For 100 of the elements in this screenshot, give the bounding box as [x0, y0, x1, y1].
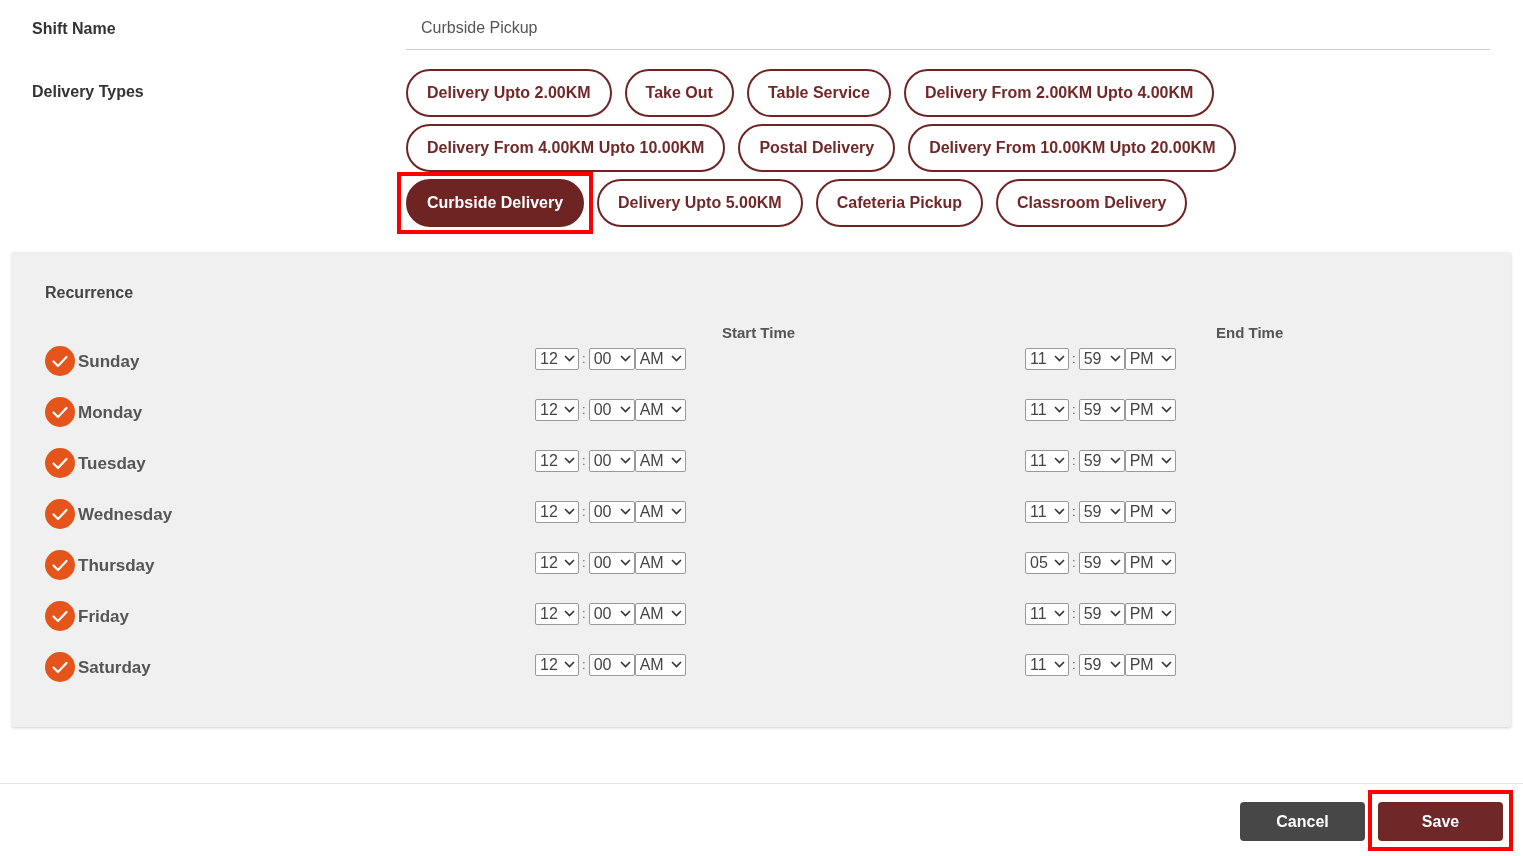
caret-icon: [1160, 661, 1172, 668]
delivery-type-chip[interactable]: Delivery Upto 2.00KM: [406, 69, 612, 117]
delivery-type-chip[interactable]: Delivery Upto 5.00KM: [597, 179, 803, 227]
hour-dropdown[interactable]: 11: [1025, 500, 1069, 523]
caret-icon: [619, 508, 631, 515]
period-dropdown[interactable]: AM: [634, 602, 686, 625]
column-header: End Time: [1215, 324, 1285, 341]
time-separator: :: [1071, 351, 1077, 366]
time-separator: :: [581, 504, 587, 519]
hour-dropdown[interactable]: 11: [1025, 653, 1069, 676]
caret-icon: [670, 508, 682, 515]
hour-dropdown[interactable]: 12: [535, 347, 579, 370]
hour-dropdown[interactable]: 12: [535, 653, 579, 676]
time-separator: :: [581, 351, 587, 366]
period-dropdown[interactable]: AM: [634, 551, 686, 574]
save-button[interactable]: Save: [1378, 802, 1503, 841]
caret-icon: [619, 610, 631, 617]
checked-checkbox-icon[interactable]: [45, 396, 75, 427]
hour-dropdown[interactable]: 12: [535, 449, 579, 472]
period-dropdown[interactable]: AM: [634, 449, 686, 472]
caret-icon: [1160, 508, 1172, 515]
delivery-type-chip[interactable]: Curbside Delivery: [406, 179, 585, 227]
minute-dropdown[interactable]: 00: [588, 347, 635, 370]
minute-dropdown[interactable]: 00: [588, 551, 635, 574]
minute-dropdown[interactable]: 59: [1078, 398, 1125, 421]
minute-dropdown[interactable]: 59: [1078, 602, 1125, 625]
time-separator: :: [1071, 606, 1077, 621]
time-separator: :: [1071, 402, 1077, 417]
delivery-type-chip[interactable]: Cafeteria Pickup: [815, 179, 984, 227]
time-separator: :: [581, 453, 587, 468]
caret-icon: [1160, 457, 1172, 464]
period-dropdown[interactable]: PM: [1124, 398, 1176, 421]
period-dropdown[interactable]: PM: [1124, 347, 1176, 370]
caret-icon: [1109, 559, 1121, 566]
minute-dropdown[interactable]: 00: [588, 602, 635, 625]
period-dropdown[interactable]: AM: [634, 347, 686, 370]
hour-dropdown[interactable]: 12: [535, 551, 579, 574]
caret-icon: [1109, 661, 1121, 668]
delivery-type-chip[interactable]: Postal Delivery: [738, 124, 896, 172]
hour-dropdown[interactable]: 12: [535, 398, 579, 421]
checked-checkbox-icon[interactable]: [45, 549, 75, 580]
delivery-type-chip[interactable]: Delivery From 2.00KM Upto 4.00KM: [903, 69, 1215, 117]
minute-dropdown[interactable]: 59: [1078, 653, 1125, 676]
minute-dropdown[interactable]: 59: [1078, 551, 1125, 574]
caret-icon: [1054, 661, 1065, 668]
caret-icon: [619, 457, 631, 464]
hour-dropdown[interactable]: 11: [1025, 347, 1069, 370]
day-label: Friday: [78, 606, 130, 627]
caret-icon: [1160, 406, 1172, 413]
minute-dropdown[interactable]: 59: [1078, 500, 1125, 523]
minute-dropdown[interactable]: 00: [588, 449, 635, 472]
hour-dropdown[interactable]: 11: [1025, 449, 1069, 472]
checked-checkbox-icon[interactable]: [45, 447, 75, 478]
minute-dropdown[interactable]: 00: [588, 653, 635, 676]
caret-icon: [564, 355, 575, 362]
caret-icon: [564, 661, 575, 668]
delivery-type-chip[interactable]: Delivery From 4.00KM Upto 10.00KM: [406, 124, 726, 172]
caret-icon: [670, 610, 682, 617]
field-label: Shift Name: [31, 19, 117, 39]
checked-checkbox-icon[interactable]: [45, 651, 75, 682]
caret-icon: [1054, 406, 1065, 413]
minute-dropdown[interactable]: 00: [588, 500, 635, 523]
checked-checkbox-icon[interactable]: [45, 498, 75, 529]
period-dropdown[interactable]: PM: [1124, 500, 1176, 523]
delivery-type-chip[interactable]: Delivery From 10.00KM Upto 20.00KM: [908, 124, 1237, 172]
period-dropdown[interactable]: AM: [634, 500, 686, 523]
minute-dropdown[interactable]: 00: [588, 398, 635, 421]
caret-icon: [1160, 559, 1172, 566]
caret-icon: [670, 406, 682, 413]
shift-name-field[interactable]: Curbside Pickup: [406, 0, 1490, 50]
hour-dropdown[interactable]: 12: [535, 500, 579, 523]
minute-dropdown[interactable]: 59: [1078, 449, 1125, 472]
caret-icon: [564, 508, 575, 515]
checked-checkbox-icon[interactable]: [45, 345, 75, 376]
caret-icon: [1160, 610, 1172, 617]
period-dropdown[interactable]: PM: [1124, 653, 1176, 676]
period-dropdown[interactable]: AM: [634, 653, 686, 676]
hour-dropdown[interactable]: 12: [535, 602, 579, 625]
hour-dropdown[interactable]: 11: [1025, 602, 1069, 625]
period-dropdown[interactable]: PM: [1124, 602, 1176, 625]
period-dropdown[interactable]: PM: [1124, 551, 1176, 574]
caret-icon: [1160, 355, 1172, 362]
caret-icon: [670, 355, 682, 362]
delivery-type-chip[interactable]: Table Service: [746, 69, 891, 117]
caret-icon: [564, 559, 575, 566]
delivery-type-chip[interactable]: Classroom Delivery: [996, 179, 1188, 227]
caret-icon: [1109, 457, 1121, 464]
period-dropdown[interactable]: AM: [634, 398, 686, 421]
period-dropdown[interactable]: PM: [1124, 449, 1176, 472]
caret-icon: [1054, 610, 1065, 617]
checked-checkbox-icon[interactable]: [45, 600, 75, 631]
cancel-button[interactable]: Cancel: [1240, 802, 1365, 841]
delivery-type-chip[interactable]: Take Out: [624, 69, 734, 117]
hour-dropdown[interactable]: 05: [1025, 551, 1069, 574]
caret-icon: [1054, 355, 1065, 362]
caret-icon: [564, 406, 575, 413]
caret-icon: [670, 661, 682, 668]
minute-dropdown[interactable]: 59: [1078, 347, 1125, 370]
time-separator: :: [581, 606, 587, 621]
hour-dropdown[interactable]: 11: [1025, 398, 1069, 421]
